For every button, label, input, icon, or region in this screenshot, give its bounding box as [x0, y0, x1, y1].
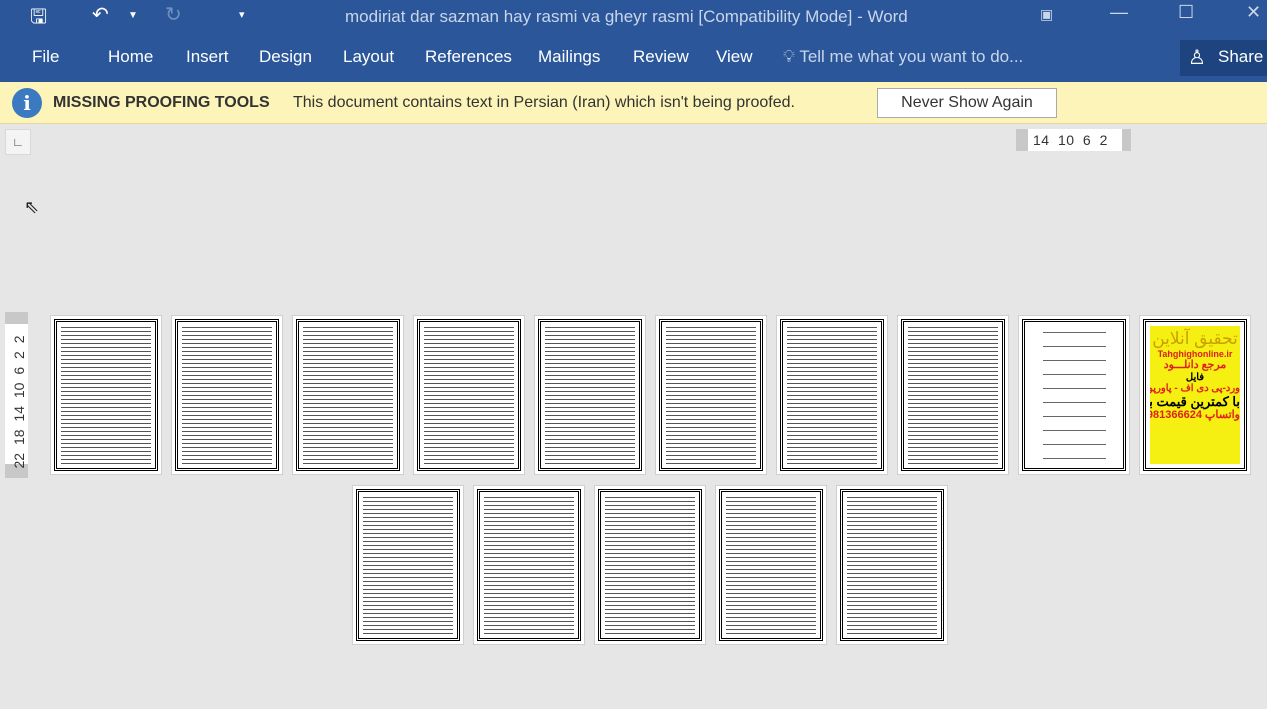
tab-design[interactable]: Design	[259, 47, 312, 67]
never-show-again-button[interactable]: Never Show Again	[877, 88, 1057, 118]
page-thumbnail[interactable]	[534, 315, 646, 475]
page-border	[417, 319, 521, 471]
page-border	[901, 319, 1005, 471]
save-icon[interactable]: 🖫	[30, 2, 47, 36]
page-thumbnail[interactable]	[715, 485, 827, 645]
horizontal-ruler[interactable]: 14 10 6 2	[1016, 129, 1131, 151]
page-text	[605, 496, 695, 634]
ad-line3: ورد-پی دی اف - پاورپوینت	[1150, 383, 1240, 395]
page-text	[545, 326, 635, 464]
ad-line4: با کمترین قیمت بازار	[1150, 393, 1240, 409]
page-thumbnail[interactable]	[594, 485, 706, 645]
page-text	[303, 326, 393, 464]
window-title: modiriat dar sazman hay rasmi va gheyr r…	[345, 7, 908, 26]
message-heading: MISSING PROOFING TOOLS	[53, 94, 270, 111]
page-thumbnail[interactable]	[292, 315, 404, 475]
page-text	[484, 496, 574, 634]
page-thumbnail[interactable]	[413, 315, 525, 475]
tab-review[interactable]: Review	[633, 47, 689, 67]
page-border	[538, 319, 642, 471]
page-text	[726, 496, 816, 634]
page-border	[659, 319, 763, 471]
page-thumbnail[interactable]	[352, 485, 464, 645]
ribbon-display-icon[interactable]: ▣	[1040, 6, 1053, 23]
page-text	[908, 326, 998, 464]
page-thumbnail[interactable]: تحقیق آنلاین Tahghighonline.ir مرجع دانل…	[1139, 315, 1251, 475]
page-border	[296, 319, 400, 471]
maximize-icon[interactable]: ☐	[1178, 2, 1194, 23]
ribbon-tabs: File Home Insert Design Layout Reference…	[0, 34, 1267, 82]
page-thumbnail[interactable]	[1018, 315, 1130, 475]
page-thumbnail[interactable]	[171, 315, 283, 475]
page-text	[847, 496, 937, 634]
undo-icon[interactable]: ↶	[92, 2, 109, 27]
tab-selector[interactable]: ∟	[5, 129, 31, 155]
page-text	[424, 326, 514, 464]
tell-me-text: Tell me what you want to do...	[799, 47, 1024, 66]
tab-mailings[interactable]: Mailings	[538, 47, 600, 67]
page-border	[1022, 319, 1126, 471]
mouse-pointer-icon: ⇖	[24, 197, 40, 217]
share-label: Share	[1218, 47, 1264, 66]
page-text	[61, 326, 151, 464]
page-text	[363, 496, 453, 634]
ad-banner: تحقیق آنلاین Tahghighonline.ir مرجع دانل…	[1150, 326, 1240, 464]
tab-view[interactable]: View	[716, 47, 753, 67]
page-thumbnail[interactable]	[836, 485, 948, 645]
page-thumbnail[interactable]	[655, 315, 767, 475]
page-border	[780, 319, 884, 471]
page-thumbnail[interactable]	[776, 315, 888, 475]
tab-home[interactable]: Home	[108, 47, 153, 67]
lightbulb-icon: 💡︎	[783, 47, 795, 66]
tab-references[interactable]: References	[425, 47, 512, 67]
message-bar: i MISSING PROOFING TOOLS This document c…	[0, 82, 1267, 124]
vertical-ruler-labels: 22 18 14 10 6 2 2	[11, 335, 27, 469]
person-icon: ♙	[1188, 47, 1206, 69]
page-border	[598, 489, 702, 641]
info-icon: i	[12, 88, 42, 118]
page-border	[356, 489, 460, 641]
page-border	[54, 319, 158, 471]
title-bar: 🖫 ↶ ▼ ↻ ▾ modiriat dar sazman hay rasmi …	[0, 0, 1267, 34]
page-border	[719, 489, 823, 641]
ad-site: Tahghighonline.ir	[1157, 348, 1233, 359]
undo-dropdown-icon[interactable]: ▼	[128, 10, 138, 21]
tell-me-box[interactable]: 💡︎ Tell me what you want to do...	[783, 47, 1023, 67]
page-thumbnail[interactable]	[473, 485, 585, 645]
tab-layout[interactable]: Layout	[343, 47, 394, 67]
minimize-icon[interactable]: —	[1110, 2, 1128, 23]
page-text	[1029, 326, 1119, 464]
ad-line2: فایل	[1185, 371, 1205, 383]
vertical-ruler[interactable]: 22 18 14 10 6 2 2	[5, 312, 28, 478]
ad-title: تحقیق آنلاین	[1152, 329, 1238, 348]
ad-line1: مرجع دانلـــود	[1163, 358, 1227, 371]
page-thumbnail[interactable]	[50, 315, 162, 475]
page-border	[175, 319, 279, 471]
page-thumbnail[interactable]	[897, 315, 1009, 475]
page-text	[787, 326, 877, 464]
ad-phone-label: واتساپ	[1205, 409, 1240, 422]
share-button[interactable]: ♙ Share	[1180, 40, 1267, 76]
page-text	[182, 326, 272, 464]
redo-icon[interactable]: ↻	[165, 2, 182, 27]
message-text: This document contains text in Persian (…	[293, 94, 795, 111]
tab-insert[interactable]: Insert	[186, 47, 229, 67]
customize-icon[interactable]: ▾	[239, 8, 245, 21]
page-border	[840, 489, 944, 641]
close-icon[interactable]: ✕	[1246, 2, 1261, 23]
tab-file[interactable]: File	[32, 47, 59, 67]
page-text	[666, 326, 756, 464]
ad-phone: 09981366624	[1150, 409, 1202, 422]
page-border: تحقیق آنلاین Tahghighonline.ir مرجع دانل…	[1143, 319, 1247, 471]
page-border	[477, 489, 581, 641]
